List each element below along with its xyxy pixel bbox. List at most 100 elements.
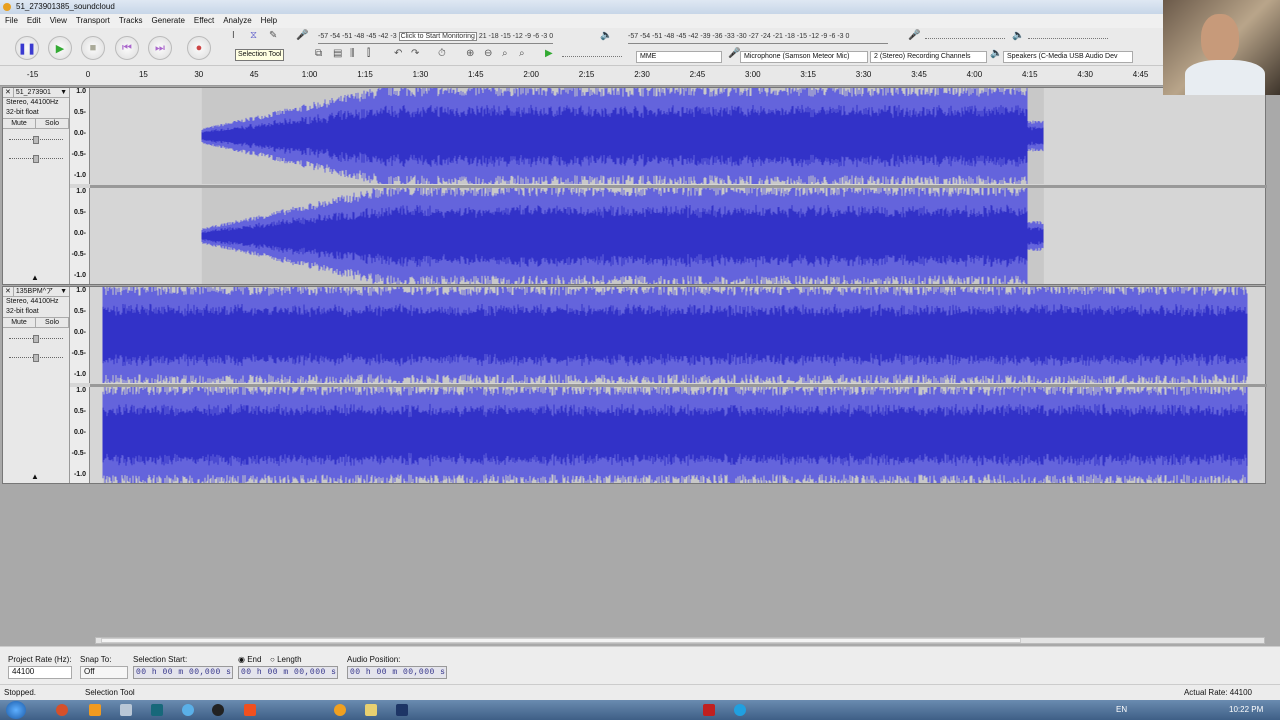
input-device-select[interactable]: Microphone (Samson Meteor Mic) <box>740 51 868 63</box>
selection-end-field[interactable]: 00 h 00 m 00,000 s <box>238 666 338 679</box>
gain-slider[interactable] <box>9 335 63 343</box>
channels-select[interactable]: 2 (Stereo) Recording Channels <box>870 51 987 63</box>
output-volume-slider[interactable] <box>1028 38 1108 39</box>
selection-tool-icon[interactable]: I <box>232 30 235 41</box>
menu-bar: File Edit View Transport Tracks Generate… <box>0 14 1280 28</box>
horizontal-scrollbar[interactable] <box>95 637 1265 644</box>
solo-button[interactable]: Solo <box>36 318 69 327</box>
track-name-menu[interactable]: 135BPM^ア <box>12 287 58 296</box>
scale-label: 0.0- <box>73 329 86 336</box>
track-menu-arrow-icon[interactable]: ▼ <box>58 88 69 97</box>
track-menu-arrow-icon[interactable]: ▼ <box>58 287 69 296</box>
scale-label: 0.5- <box>73 408 86 415</box>
app3-taskbar-icon[interactable] <box>396 704 408 716</box>
explorer-taskbar-icon[interactable] <box>365 704 377 716</box>
output-device-select[interactable]: Speakers (C-Media USB Audio Dev <box>1003 51 1133 63</box>
timeline-ruler[interactable]: -15 0 15 30 45 1:00 1:15 1:30 1:45 2:00 2:15 2:30 2:… <box>0 66 1280 86</box>
menu-tracks[interactable]: Tracks <box>119 14 143 28</box>
ruler-tick: 2:15 <box>578 70 595 79</box>
output-device-speaker-icon: 🔈 <box>990 48 1003 59</box>
app2-taskbar-icon[interactable] <box>244 704 256 716</box>
mute-button[interactable]: Mute <box>3 318 36 327</box>
waveform-channel-1[interactable] <box>91 287 1267 383</box>
title-bar: 51_273901385_soundcloud <box>0 0 1280 14</box>
menu-analyze[interactable]: Analyze <box>223 14 251 28</box>
app-taskbar-icon[interactable] <box>120 704 132 716</box>
ruler-tick: 4:15 <box>1022 70 1038 79</box>
scrollbar-thumb[interactable] <box>101 638 1021 643</box>
record-button[interactable]: ● <box>187 36 211 60</box>
firefox-taskbar-icon[interactable] <box>56 704 68 716</box>
collapse-track-icon[interactable]: ▲ <box>31 472 39 481</box>
scale-label: -1.0 <box>73 371 86 378</box>
status-state: Stopped. <box>4 688 37 697</box>
fit-project-icon[interactable]: ⌕ <box>519 48 525 59</box>
stop-button[interactable]: ■ <box>81 36 105 60</box>
play-speed-slider[interactable] <box>562 56 622 57</box>
skip-start-button[interactable]: ⏮ <box>115 36 139 60</box>
pause-button[interactable]: ❚❚ <box>15 36 39 60</box>
trim-icon[interactable]: ⫼ <box>350 48 355 59</box>
clock[interactable]: 10:22 PM <box>1229 705 1263 714</box>
scale-label: 0.5- <box>73 308 86 315</box>
audacity-taskbar-icon[interactable] <box>334 704 346 716</box>
ruler-tick: 3:45 <box>911 70 927 79</box>
paste-icon[interactable]: ▤ <box>333 48 342 59</box>
silence-icon[interactable]: ⫿ <box>367 48 370 59</box>
waveform-channel-1[interactable] <box>91 88 1267 184</box>
track-name-menu[interactable]: 51_273901 <box>12 88 58 97</box>
menu-edit[interactable]: Edit <box>27 14 41 28</box>
monitor-button[interactable]: Click to Start Monitoring <box>398 32 477 41</box>
fit-selection-icon[interactable]: ⌕ <box>502 48 508 59</box>
menu-file[interactable]: File <box>5 14 18 28</box>
audio-host-select[interactable]: MME <box>636 51 722 63</box>
menu-generate[interactable]: Generate <box>152 14 185 28</box>
scale-label: 1.0 <box>76 387 86 394</box>
audio-position-field[interactable]: 00 h 00 m 00,000 s <box>347 666 447 679</box>
collapse-track-icon[interactable]: ▲ <box>31 273 39 282</box>
menu-help[interactable]: Help <box>261 14 277 28</box>
undo-icon[interactable]: ↶ <box>394 48 402 59</box>
gain-slider[interactable] <box>9 136 63 144</box>
selection-start-field[interactable]: 00 h 00 m 00,000 s <box>133 666 233 679</box>
mute-button[interactable]: Mute <box>3 119 36 128</box>
menu-effect[interactable]: Effect <box>194 14 214 28</box>
envelope-tool-icon[interactable]: ⧖ <box>250 30 257 41</box>
skype-taskbar-icon[interactable] <box>734 704 746 716</box>
waveform-channel-2[interactable] <box>91 188 1267 284</box>
waveform-channel-2[interactable] <box>91 387 1267 483</box>
menu-transport[interactable]: Transport <box>76 14 110 28</box>
start-button[interactable] <box>6 701 26 719</box>
copy-icon[interactable]: ⧉ <box>315 48 322 59</box>
obs-taskbar-icon[interactable] <box>212 704 224 716</box>
length-radio[interactable]: ○ Length <box>270 655 302 664</box>
zoom-out-icon[interactable]: ⊖ <box>484 48 492 59</box>
project-rate-select[interactable]: 44100 <box>8 666 72 679</box>
record-meter[interactable]: -57 -54 -51 -48 -45 -42 -3 Click to Star… <box>318 30 554 44</box>
close-track-icon[interactable]: ✕ <box>3 287 13 296</box>
input-volume-slider[interactable] <box>925 38 1005 39</box>
window-title: 51_273901385_soundcloud <box>16 2 115 11</box>
play-button[interactable]: ▶ <box>48 36 72 60</box>
playback-meter[interactable]: -57 -54 -51 -48 -45 -42 -39 -36 -33 -30 … <box>628 30 888 44</box>
play-at-speed-icon[interactable]: ▶ <box>545 48 553 59</box>
zoom-in-icon[interactable]: ⊕ <box>466 48 474 59</box>
solo-button[interactable]: Solo <box>36 119 69 128</box>
pan-slider[interactable] <box>9 354 63 362</box>
draw-tool-icon[interactable]: ✎ <box>269 30 277 41</box>
snap-to-select[interactable]: Off <box>80 666 128 679</box>
redo-icon[interactable]: ↷ <box>411 48 419 59</box>
sync-lock-icon[interactable]: ⏱ <box>438 48 446 59</box>
skip-end-button[interactable]: ⏭ <box>148 36 172 60</box>
ie-taskbar-icon[interactable] <box>182 704 194 716</box>
close-track-icon[interactable]: ✕ <box>3 88 13 97</box>
pan-slider[interactable] <box>9 155 63 163</box>
end-radio[interactable]: ◉ End <box>238 655 261 664</box>
track-format: Stereo, 44100Hz <box>6 99 59 106</box>
media-player-taskbar-icon[interactable] <box>89 704 101 716</box>
language-indicator[interactable]: EN <box>1116 705 1127 714</box>
book-taskbar-icon[interactable] <box>151 704 163 716</box>
menu-view[interactable]: View <box>50 14 67 28</box>
amplitude-scale: 1.0 0.5- 0.0- -0.5- -1.0 <box>70 387 90 483</box>
acrobat-taskbar-icon[interactable] <box>703 704 715 716</box>
